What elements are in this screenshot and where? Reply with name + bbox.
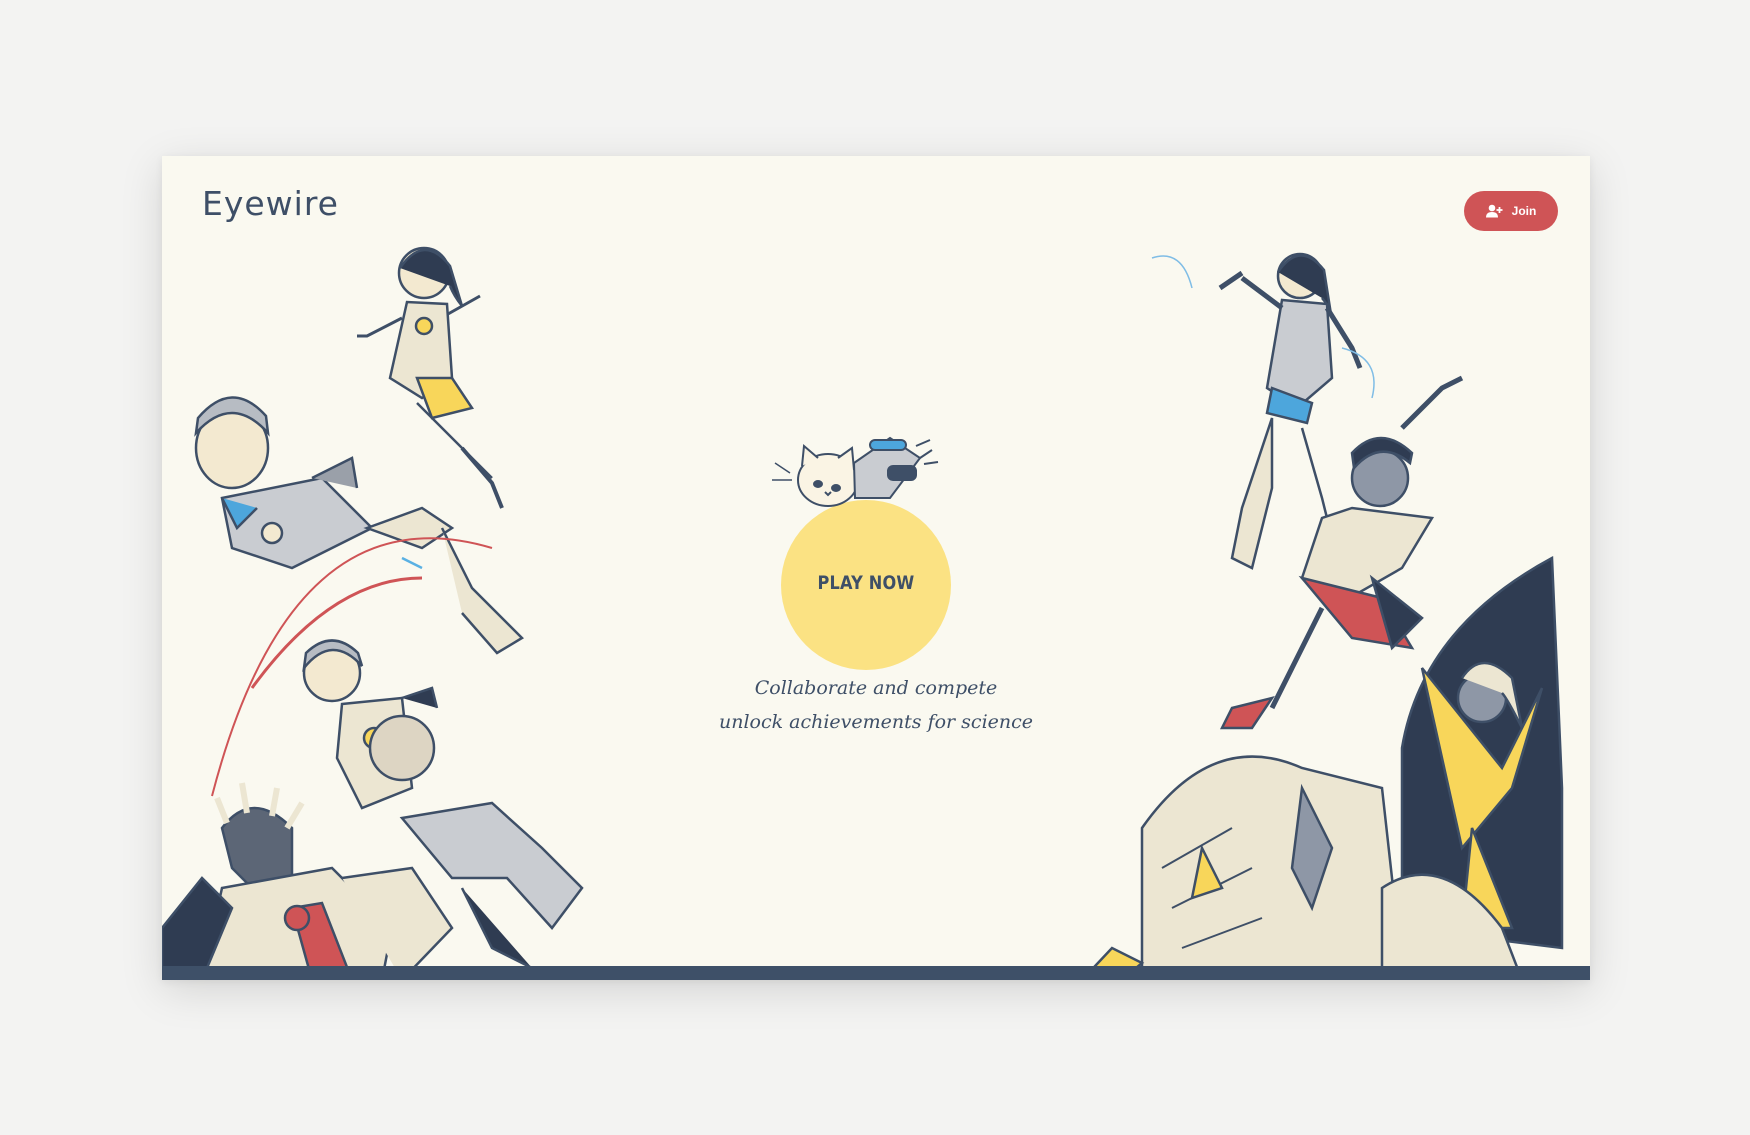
play-area: PLAY NOW — [770, 418, 960, 670]
tagline-line-2: unlock achievements for science — [718, 711, 1034, 733]
logo-text[interactable]: Eyewire — [202, 184, 339, 223]
hero-character-bottom-right — [1082, 555, 1564, 980]
join-label: Join — [1511, 204, 1537, 218]
hero-character-bottom-left — [162, 782, 454, 980]
app-window: Eyewire Join PLAY NOW Collaborate and co… — [162, 156, 1590, 980]
left-hero-illustration — [162, 246, 584, 980]
tagline-line-1: Collaborate and compete — [754, 677, 998, 699]
page-canvas: Eyewire Join PLAY NOW Collaborate and co… — [0, 0, 1750, 1135]
play-now-label: PLAY NOW — [817, 572, 915, 594]
cat-mascot-icon — [772, 436, 939, 507]
right-hero-illustration — [1082, 252, 1564, 980]
hero-character-top-left — [357, 246, 504, 509]
join-button[interactable]: Join — [1464, 191, 1558, 231]
add-user-icon — [1485, 204, 1504, 218]
bottom-bar — [162, 966, 1590, 980]
hero-character-middle-left — [194, 396, 525, 655]
